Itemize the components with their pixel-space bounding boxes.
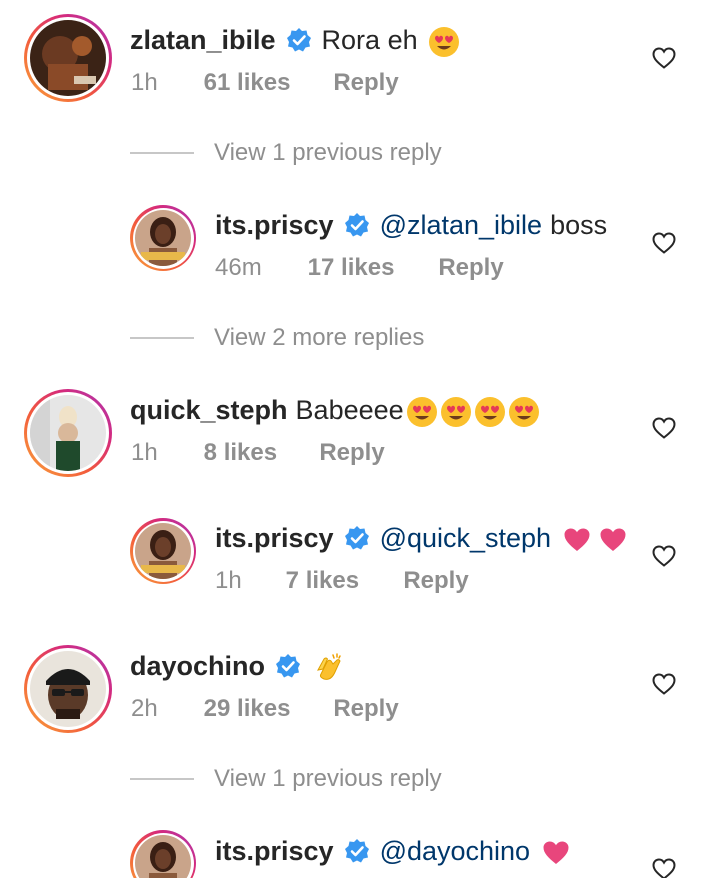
heart-outline-icon[interactable] bbox=[652, 232, 676, 254]
pink-heart-emoji bbox=[540, 834, 570, 868]
likes-count[interactable]: 7 likes bbox=[286, 566, 397, 596]
pink-heart-emoji bbox=[597, 521, 627, 555]
heart-eyes-emoji bbox=[404, 393, 438, 428]
view-more-replies[interactable]: View 2 more replies bbox=[130, 323, 550, 353]
heart-outline-icon[interactable] bbox=[652, 545, 676, 567]
view-replies-label[interactable]: View 1 previous reply bbox=[214, 139, 442, 167]
mention-link[interactable]: @quick_steph bbox=[380, 521, 552, 555]
likes-count[interactable]: 29 likes bbox=[204, 694, 327, 724]
heart-eyes-emoji bbox=[426, 23, 460, 58]
reply-button[interactable]: Reply bbox=[333, 694, 398, 724]
divider bbox=[130, 778, 194, 780]
verified-badge-icon bbox=[344, 212, 370, 238]
heart-eyes-emoji bbox=[472, 393, 506, 428]
timestamp: 1h bbox=[215, 567, 242, 594]
avatar[interactable] bbox=[130, 205, 196, 271]
reply-button[interactable]: Reply bbox=[438, 253, 503, 283]
avatar[interactable] bbox=[130, 518, 196, 584]
divider bbox=[130, 152, 194, 154]
timestamp: 46m bbox=[215, 254, 262, 281]
username[interactable]: dayochino bbox=[130, 649, 265, 683]
avatar[interactable] bbox=[24, 14, 112, 102]
reply-button[interactable]: Reply bbox=[333, 68, 398, 98]
username[interactable]: its.priscy bbox=[215, 521, 334, 555]
username[interactable]: its.priscy bbox=[215, 208, 334, 242]
timestamp: 1h bbox=[131, 439, 158, 466]
view-previous-replies[interactable]: View 1 previous reply bbox=[130, 764, 550, 794]
view-replies-label[interactable]: View 1 previous reply bbox=[214, 765, 442, 793]
pink-heart-emoji bbox=[561, 521, 591, 555]
mention-link[interactable]: @zlatan_ibile bbox=[380, 208, 543, 242]
mention-link[interactable]: @dayochino bbox=[380, 834, 531, 868]
reply-button[interactable]: Reply bbox=[319, 438, 384, 468]
timestamp: 2h bbox=[131, 695, 158, 722]
heart-outline-icon[interactable] bbox=[652, 673, 676, 695]
heart-outline-icon[interactable] bbox=[652, 417, 676, 439]
clapping-hands-emoji bbox=[311, 649, 345, 684]
comment-text: boss bbox=[550, 210, 608, 240]
verified-badge-icon bbox=[286, 27, 312, 53]
avatar[interactable] bbox=[24, 389, 112, 477]
comment-text: Rora eh bbox=[321, 25, 418, 56]
heart-outline-icon[interactable] bbox=[652, 47, 676, 69]
heart-eyes-emoji bbox=[506, 393, 540, 428]
timestamp: 1h bbox=[131, 69, 158, 96]
likes-count[interactable]: 17 likes bbox=[308, 253, 432, 283]
comment-text: Babeeee bbox=[295, 395, 404, 426]
verified-badge-icon bbox=[344, 525, 370, 551]
verified-badge-icon bbox=[275, 653, 301, 679]
view-previous-replies[interactable]: View 1 previous reply bbox=[130, 138, 550, 168]
avatar[interactable] bbox=[24, 645, 112, 733]
verified-badge-icon bbox=[344, 838, 370, 864]
likes-count[interactable]: 8 likes bbox=[204, 438, 313, 468]
avatar[interactable] bbox=[130, 830, 196, 878]
username[interactable]: its.priscy bbox=[215, 834, 334, 868]
reply-button[interactable]: Reply bbox=[403, 566, 468, 596]
username[interactable]: zlatan_ibile bbox=[130, 23, 276, 57]
likes-count[interactable]: 61 likes bbox=[204, 68, 327, 98]
divider bbox=[130, 337, 194, 339]
heart-outline-icon[interactable] bbox=[652, 858, 676, 878]
view-replies-label[interactable]: View 2 more replies bbox=[214, 324, 424, 352]
username[interactable]: quick_steph bbox=[130, 393, 288, 427]
heart-eyes-emoji bbox=[438, 393, 472, 428]
